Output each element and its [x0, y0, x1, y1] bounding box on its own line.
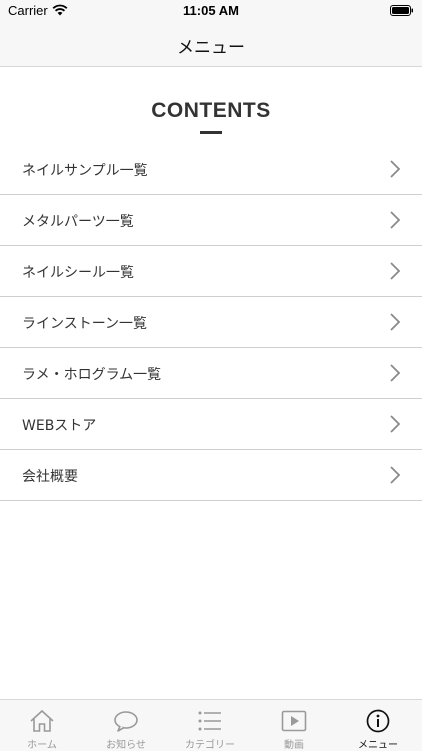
chevron-right-icon: [390, 415, 401, 433]
chevron-right-icon: [390, 313, 401, 331]
heading-underline: [200, 131, 222, 134]
tab-home[interactable]: ホーム: [0, 700, 84, 751]
clock: 11:05 AM: [183, 3, 239, 18]
menu-item-label: ラメ・ホログラム一覧: [22, 367, 162, 383]
menu-item-label: 会社概要: [22, 469, 78, 485]
navigation-bar: メニュー: [0, 22, 422, 67]
menu-item-label: WEBストア: [22, 418, 97, 434]
battery-icon: [390, 5, 413, 16]
page-title: メニュー: [177, 38, 245, 58]
menu-item-rhinestones[interactable]: ラインストーン一覧: [0, 297, 422, 348]
info-icon: [366, 709, 390, 733]
tab-label: ホーム: [27, 740, 57, 751]
tab-label: お知らせ: [106, 740, 146, 751]
tab-video[interactable]: 動画: [252, 700, 336, 751]
tab-category[interactable]: カテゴリー: [168, 700, 252, 751]
menu-list: ネイルサンプル一覧 メタルパーツ一覧 ネイルシール一覧 ラインストーン一覧 ラメ…: [0, 144, 422, 501]
menu-item-web-store[interactable]: WEBストア: [0, 399, 422, 450]
menu-item-glitter-hologram[interactable]: ラメ・ホログラム一覧: [0, 348, 422, 399]
tab-menu[interactable]: メニュー: [336, 700, 420, 751]
tab-bar: ホーム お知らせ カテゴリー 動画 メニュー: [0, 699, 422, 751]
chevron-right-icon: [390, 262, 401, 280]
list-icon: [198, 711, 221, 731]
menu-item-label: ラインストーン一覧: [22, 316, 148, 332]
chevron-right-icon: [390, 160, 401, 178]
chevron-right-icon: [390, 364, 401, 382]
menu-item-nail-stickers[interactable]: ネイルシール一覧: [0, 246, 422, 297]
menu-item-nail-samples[interactable]: ネイルサンプル一覧: [0, 144, 422, 195]
section-heading: CONTENTS: [151, 99, 271, 122]
home-icon: [30, 709, 54, 732]
chevron-right-icon: [390, 211, 401, 229]
tab-news[interactable]: お知らせ: [84, 700, 168, 751]
chat-bubble-icon: [114, 711, 138, 732]
tab-label: 動画: [284, 740, 304, 751]
menu-item-label: ネイルシール一覧: [22, 265, 134, 281]
status-bar: Carrier 11:05 AM: [0, 0, 422, 22]
menu-item-company-profile[interactable]: 会社概要: [0, 450, 422, 501]
menu-item-label: メタルパーツ一覧: [22, 214, 134, 230]
play-icon: [281, 710, 307, 732]
chevron-right-icon: [390, 466, 401, 484]
menu-item-label: ネイルサンプル一覧: [22, 163, 148, 179]
tab-label: カテゴリー: [185, 740, 235, 751]
tab-label: メニュー: [358, 740, 398, 751]
menu-item-metal-parts[interactable]: メタルパーツ一覧: [0, 195, 422, 246]
